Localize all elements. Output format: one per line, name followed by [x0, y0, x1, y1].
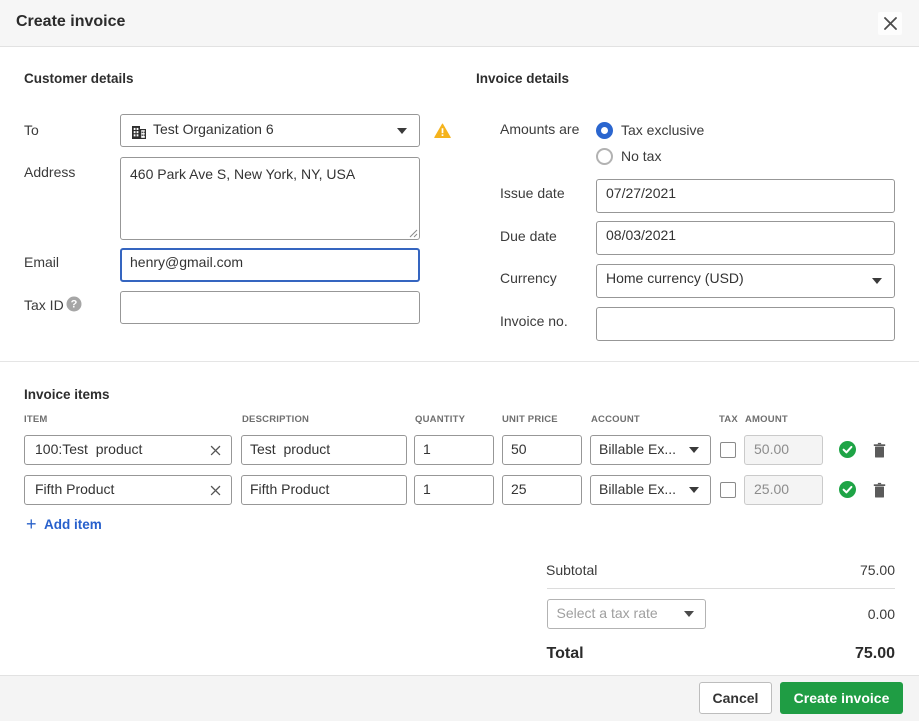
svg-text:?: ? [71, 299, 78, 311]
